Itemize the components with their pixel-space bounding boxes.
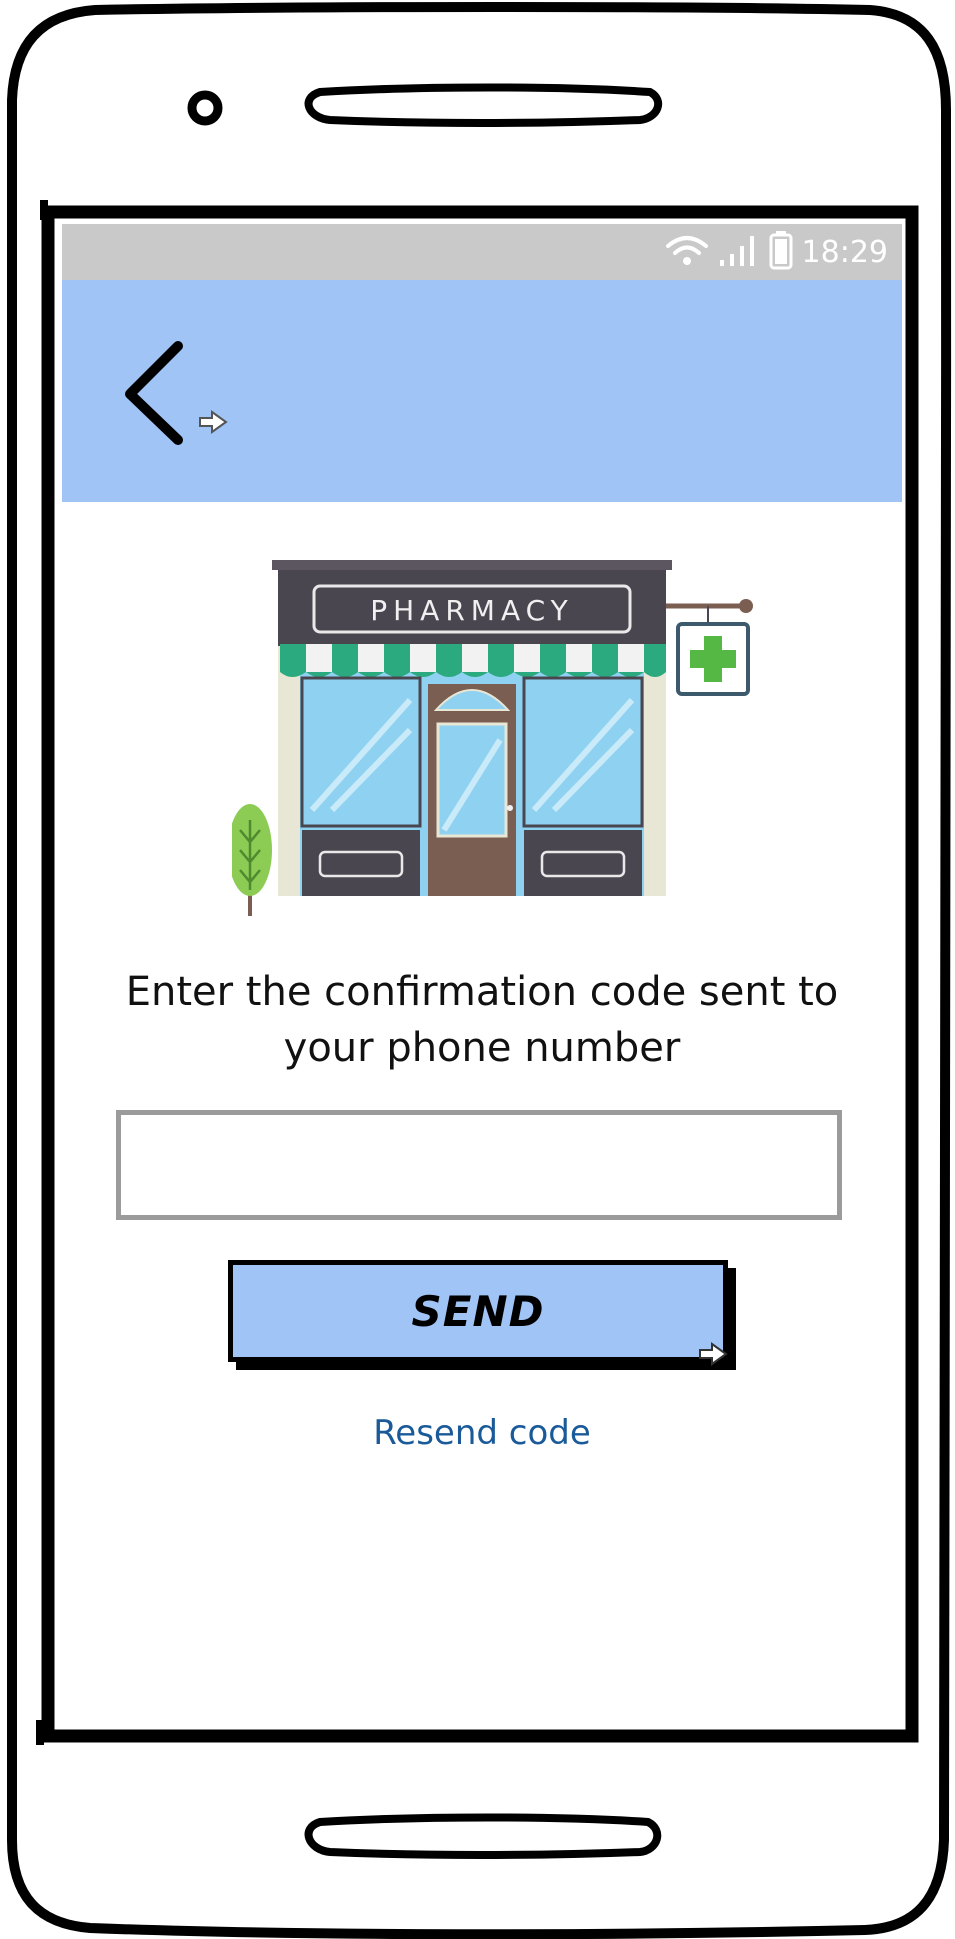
chevron-left-icon	[125, 341, 228, 445]
confirmation-code-input[interactable]	[116, 1110, 842, 1220]
wifi-icon	[664, 232, 710, 272]
status-time: 18:29	[801, 234, 888, 270]
back-button[interactable]	[120, 340, 230, 450]
app-screen: 18:29 PHARMACY Enter the confirmation co…	[62, 224, 902, 1721]
link-arrow-icon	[699, 1342, 728, 1366]
resend-code-link[interactable]: Resend code	[62, 1413, 902, 1453]
pharmacy-illustration: PHARMACY	[228, 560, 772, 920]
status-icons: 18:29	[664, 230, 888, 274]
battery-icon	[768, 230, 794, 274]
send-button[interactable]: SEND	[228, 1260, 728, 1362]
status-bar: 18:29	[62, 224, 902, 280]
confirmation-prompt: Enter the confirmation code sent to your…	[125, 969, 839, 1071]
app-header	[62, 280, 902, 502]
send-button-label: SEND	[411, 1286, 545, 1336]
pharmacy-sign-text: PHARMACY	[370, 594, 574, 627]
signal-icon	[718, 232, 760, 272]
send-button-wrapper: SEND	[228, 1260, 748, 1380]
